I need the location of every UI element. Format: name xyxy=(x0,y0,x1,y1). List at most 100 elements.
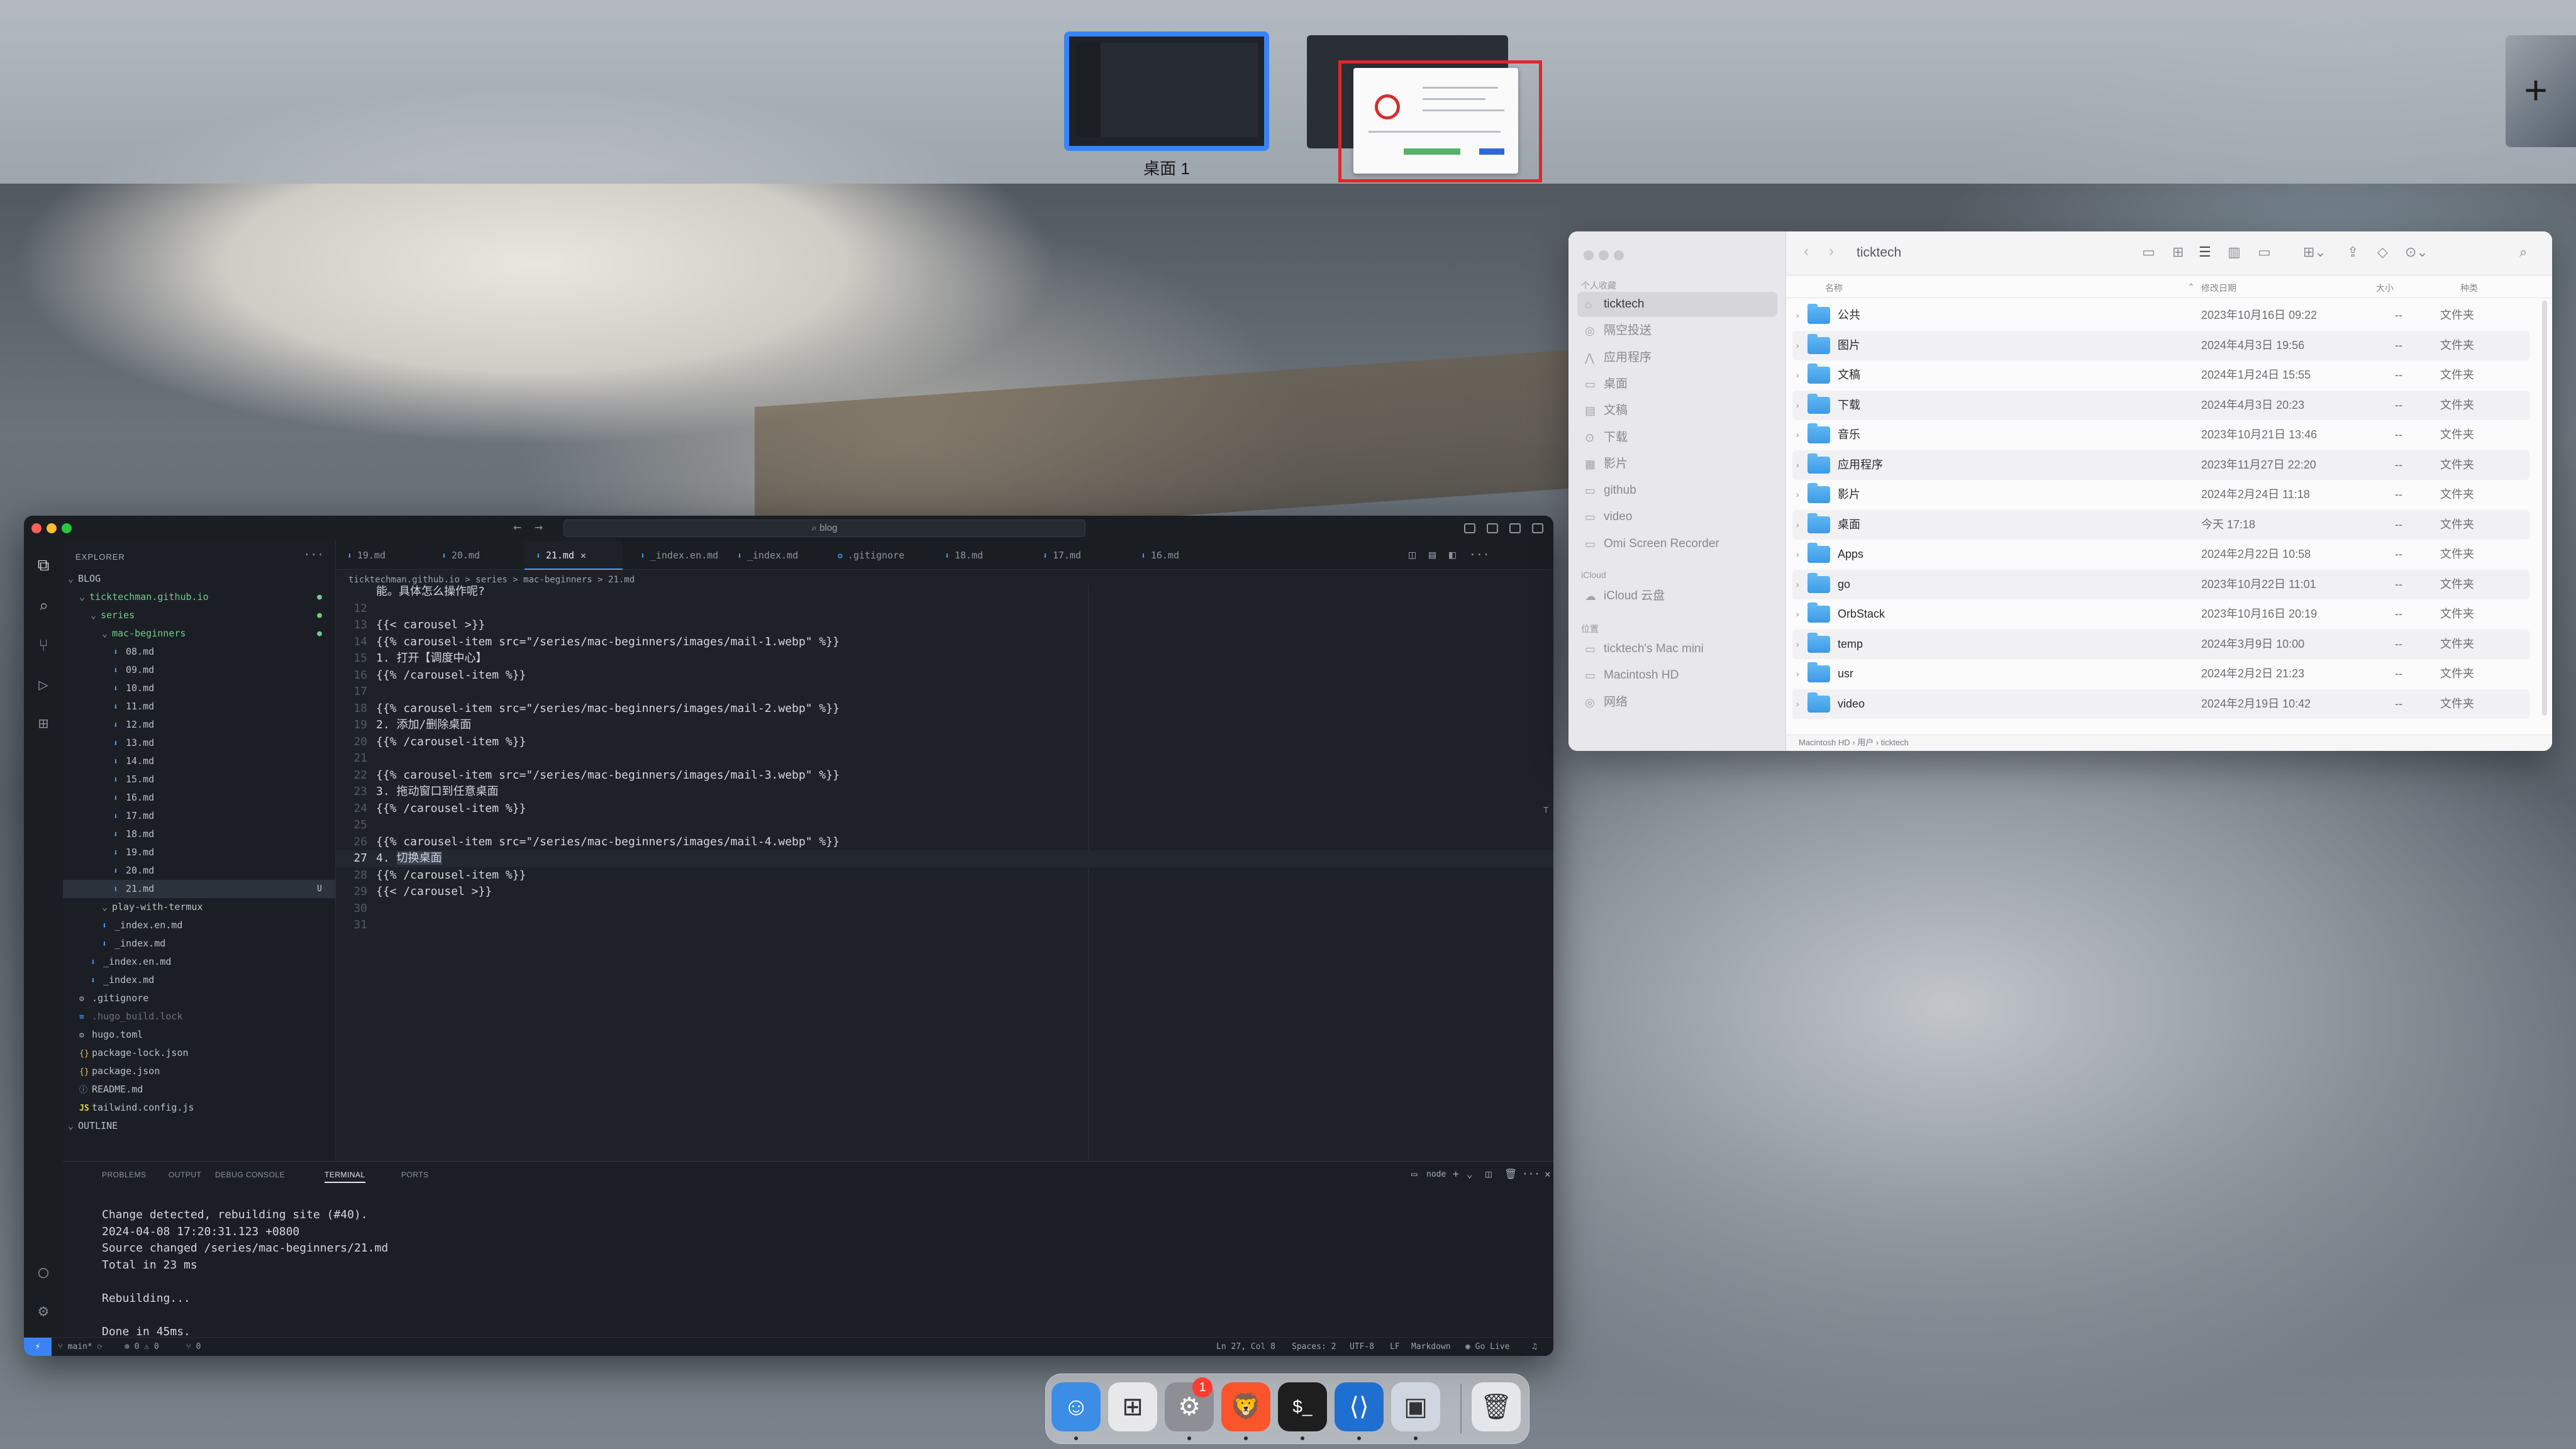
disclosure-chevron-icon[interactable]: › xyxy=(1796,540,1799,570)
disclosure-chevron-icon[interactable]: › xyxy=(1796,630,1799,660)
file-row[interactable]: › 应用程序 2023年11月27日 22:20 -- 文件夹 xyxy=(1792,450,2529,480)
tab-21-md[interactable]: ⬇ 21.md ✕ xyxy=(525,541,623,570)
gallery-view-icon[interactable]: ▭ xyxy=(2258,244,2271,260)
tag-icon[interactable]: ◇ xyxy=(2377,244,2388,260)
action-menu-icon[interactable]: ⊙⌄ xyxy=(2405,244,2428,260)
tree-item-md[interactable]: ⬇ 21.md U xyxy=(63,880,336,898)
disclosure-chevron-icon[interactable]: › xyxy=(1796,599,1799,630)
tree-item-root[interactable]: ⌄ BLOG xyxy=(63,570,336,588)
tree-item-info[interactable]: ⓘ README.md xyxy=(63,1080,336,1099)
file-row[interactable]: › 桌面 今天 17:18 -- 文件夹 xyxy=(1792,509,2529,540)
finder-scrollbar[interactable] xyxy=(2542,301,2547,716)
tree-item-root[interactable]: ⌄ OUTLINE xyxy=(63,1117,336,1135)
tab--index-en-md[interactable]: ⬇ _index.en.md xyxy=(629,541,723,570)
search-icon[interactable]: ⌕ xyxy=(2519,244,2527,260)
file-row[interactable]: › 文稿 2024年1月24日 15:55 -- 文件夹 xyxy=(1792,360,2529,391)
forward-chevron-icon[interactable]: › xyxy=(1829,243,1834,260)
tree-item-md[interactable]: ⬇ 09.md xyxy=(63,661,336,679)
disclosure-chevron-icon[interactable]: › xyxy=(1796,659,1799,689)
ports-status[interactable]: ⑂ 0 xyxy=(186,1342,201,1352)
manage-gear-icon[interactable]: ⚙ xyxy=(34,1302,53,1321)
more-actions-icon[interactable]: ··· xyxy=(303,548,324,562)
language-mode[interactable]: Markdown xyxy=(1411,1342,1451,1352)
disclosure-chevron-icon[interactable]: › xyxy=(1796,301,1799,331)
disclosure-chevron-icon[interactable]: › xyxy=(1796,391,1799,421)
finder-path-bar[interactable]: Macintosh HD › 用户 › ticktech xyxy=(1786,735,2552,751)
column-date[interactable]: 修改日期 xyxy=(2201,282,2236,294)
sidebar-location-1[interactable]: ▭ Macintosh HD xyxy=(1577,663,1777,688)
tree-item-md[interactable]: ⬇ 12.md xyxy=(63,716,336,734)
group-icon[interactable]: ⊞⌄ xyxy=(2303,244,2326,260)
file-row[interactable]: › 下载 2024年4月3日 20:23 -- 文件夹 xyxy=(1792,390,2529,421)
tree-item-folder[interactable]: ⌄ play-with-termux xyxy=(63,898,336,916)
sidebar-item-2[interactable]: ⋀ 应用程序 xyxy=(1577,345,1777,370)
disclosure-chevron-icon[interactable]: › xyxy=(1796,450,1799,480)
file-row[interactable]: › 图片 2024年4月3日 19:56 -- 文件夹 xyxy=(1792,330,2529,361)
file-row[interactable]: › go 2023年10月22日 11:01 -- 文件夹 xyxy=(1792,569,2529,599)
column-name[interactable]: 名称 xyxy=(1825,282,1843,294)
space-thumbnail-1[interactable] xyxy=(1064,31,1269,151)
disclosure-chevron-icon[interactable]: › xyxy=(1796,420,1799,450)
share-icon[interactable]: ⇪ xyxy=(2347,244,2358,260)
sidebar-item-7[interactable]: ▭ github xyxy=(1577,478,1777,503)
tree-item-md[interactable]: ⬇ _index.en.md xyxy=(63,916,336,935)
sidebar-item-4[interactable]: ▤ 文稿 xyxy=(1577,398,1777,423)
disclosure-chevron-icon[interactable]: › xyxy=(1796,689,1799,719)
kill-terminal-icon[interactable]: 🗑 xyxy=(1504,1168,1517,1180)
sidebar-location-0[interactable]: ▭ ticktech's Mac mini xyxy=(1577,636,1777,662)
terminal-name[interactable]: node xyxy=(1426,1170,1446,1179)
line-ending[interactable]: LF xyxy=(1390,1342,1400,1352)
source-control-icon[interactable]: ⑂ xyxy=(34,636,53,655)
account-icon[interactable]: ◯ xyxy=(34,1263,53,1282)
maximize-window-button[interactable] xyxy=(62,523,72,533)
sort-chevron-icon[interactable]: ⌃ xyxy=(2187,282,2195,292)
file-row[interactable]: › 影片 2024年2月24日 11:18 -- 文件夹 xyxy=(1792,480,2529,510)
tab-16-md[interactable]: ⬇ 16.md xyxy=(1130,541,1224,570)
launchpad-icon[interactable]: ⊞ xyxy=(1108,1382,1157,1431)
file-row[interactable]: › video 2024年2月19日 10:42 -- 文件夹 xyxy=(1792,689,2529,719)
tree-item-md[interactable]: ⬇ 15.md xyxy=(63,770,336,789)
explorer-icon[interactable]: ⧉ xyxy=(34,556,53,575)
split-terminal-icon[interactable]: ◫ xyxy=(1485,1168,1492,1180)
finder-icon[interactable]: ☺ xyxy=(1052,1382,1101,1431)
toggle-panel-icon[interactable] xyxy=(1487,523,1498,533)
sidebar-item-8[interactable]: ▭ video xyxy=(1577,504,1777,530)
preview-icon[interactable]: ▣ xyxy=(1391,1382,1440,1431)
tree-item-md[interactable]: ⬇ 18.md xyxy=(63,825,336,843)
tab--index-md[interactable]: ⬇ _index.md xyxy=(726,541,820,570)
sidebar-location-2[interactable]: ◎ 网络 xyxy=(1577,690,1777,715)
disclosure-chevron-icon[interactable]: › xyxy=(1796,480,1799,510)
close-window-button[interactable] xyxy=(31,523,42,533)
back-chevron-icon[interactable]: ‹ xyxy=(1804,243,1809,260)
minimize-window-button[interactable] xyxy=(1599,250,1609,260)
minimize-window-button[interactable] xyxy=(47,523,57,533)
disclosure-chevron-icon[interactable]: › xyxy=(1796,331,1799,361)
file-row[interactable]: › Apps 2024年2月22日 10:58 -- 文件夹 xyxy=(1792,540,2529,570)
sidebar-item-0[interactable]: ⌂ ticktech xyxy=(1577,292,1777,317)
tree-item-md[interactable]: ⬇ _index.md xyxy=(63,935,336,953)
file-row[interactable]: › OrbStack 2023年10月16日 20:19 -- 文件夹 xyxy=(1792,599,2529,630)
toggle-sidebar-icon[interactable] xyxy=(1464,523,1475,533)
chevron-down-icon[interactable]: ⌄ xyxy=(1467,1168,1473,1180)
file-row[interactable]: › temp 2024年3月9日 10:00 -- 文件夹 xyxy=(1792,629,2529,660)
tree-item-md[interactable]: ⬇ 14.md xyxy=(63,752,336,770)
tree-item-folder[interactable]: ⌄ series ● xyxy=(63,606,336,625)
tab-19-md[interactable]: ⬇ 19.md xyxy=(336,541,430,570)
indentation[interactable]: Spaces: 2 xyxy=(1292,1342,1336,1352)
close-panel-icon[interactable]: ✕ xyxy=(1545,1168,1551,1180)
panel-tab-problems[interactable]: PROBLEMS xyxy=(102,1170,147,1179)
list-view-icon[interactable]: ☰ xyxy=(2199,244,2211,260)
tree-item-md[interactable]: ⬇ _index.md xyxy=(63,971,336,989)
tree-item-json[interactable]: {} package.json xyxy=(63,1062,336,1080)
branch-status[interactable]: ⑂ main* ⟳ xyxy=(58,1342,102,1352)
brave-icon[interactable]: 🦁 xyxy=(1221,1382,1270,1431)
open-preview-icon[interactable]: ▤ xyxy=(1429,548,1436,562)
trash-icon[interactable]: 🗑 xyxy=(1472,1382,1521,1431)
tree-item-md[interactable]: ⬇ 17.md xyxy=(63,807,336,825)
tree-item-md[interactable]: ⬇ 13.md xyxy=(63,734,336,752)
cursor-position[interactable]: Ln 27, Col 8 xyxy=(1216,1342,1275,1352)
sidebar-item-3[interactable]: ▭ 桌面 xyxy=(1577,372,1777,397)
sidebar-item-5[interactable]: ⊙ 下载 xyxy=(1577,425,1777,450)
column-view-icon[interactable]: ▥ xyxy=(2228,244,2241,260)
tab-18-md[interactable]: ⬇ 18.md xyxy=(933,541,1028,570)
